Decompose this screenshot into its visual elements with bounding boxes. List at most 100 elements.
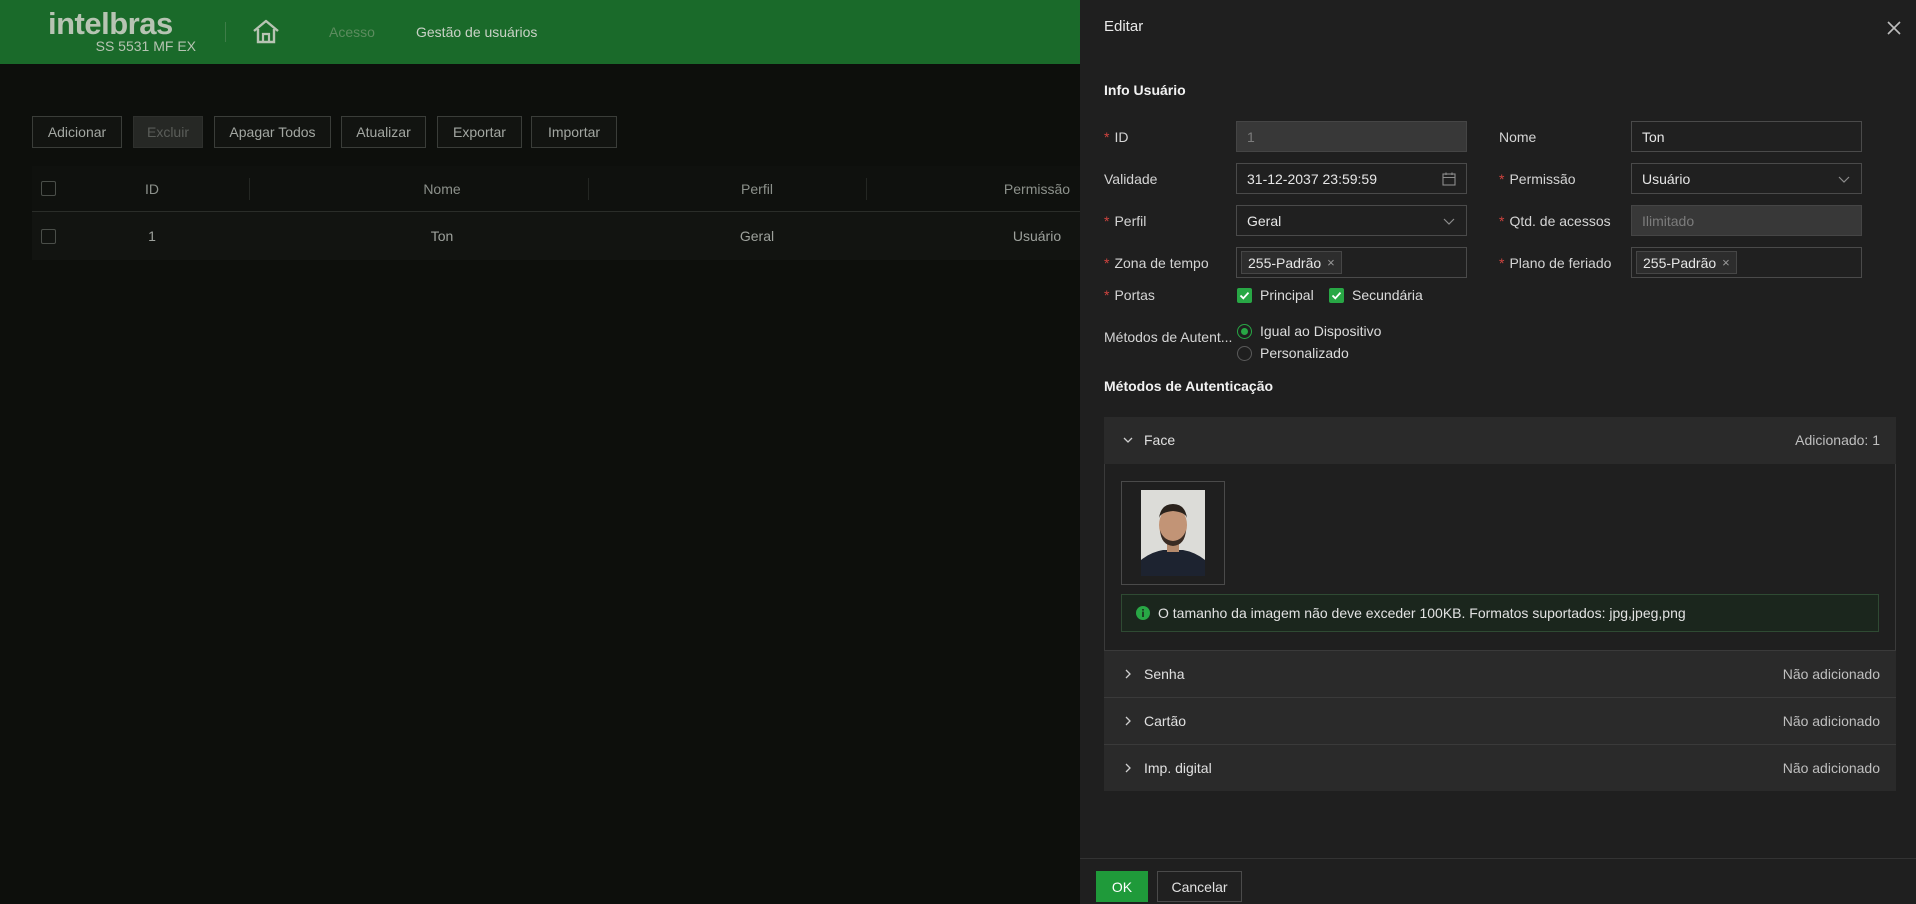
label-plano-feriado: * Plano de feriado — [1499, 255, 1611, 271]
select-all-checkbox-cell — [40, 166, 56, 211]
accordion-face[interactable]: Face Adicionado: 1 — [1104, 417, 1896, 464]
accordion-digital-title: Imp. digital — [1144, 760, 1212, 776]
label-plano-text: Plano de feriado — [1509, 255, 1612, 271]
label-qtd-text: Qtd. de acessos — [1509, 213, 1611, 229]
check-icon — [1239, 291, 1250, 300]
chevron-right-icon — [1125, 669, 1131, 679]
required-mark: * — [1104, 129, 1110, 145]
required-mark: * — [1104, 255, 1110, 271]
chevron-right-icon — [1125, 716, 1131, 726]
delete-all-button[interactable]: Apagar Todos — [214, 116, 331, 148]
cell-id: 1 — [148, 228, 156, 244]
validade-value: 31-12-2037 23:59:59 — [1247, 170, 1377, 187]
face-info-text: O tamanho da imagem não deve exceder 100… — [1158, 605, 1686, 621]
label-id-text: ID — [1114, 129, 1129, 145]
checkbox-principal[interactable] — [1237, 288, 1252, 303]
label-permissao-text: Permissão — [1509, 171, 1576, 187]
column-header-nome[interactable]: Nome — [382, 166, 502, 211]
remove-tag-icon[interactable]: × — [1722, 255, 1730, 270]
section-title-auth: Métodos de Autenticação — [1104, 378, 1274, 394]
face-info-message: O tamanho da imagem não deve exceder 100… — [1121, 594, 1879, 632]
checkbox-secundaria[interactable] — [1329, 288, 1344, 303]
chevron-down-icon — [1838, 176, 1850, 183]
table-row[interactable]: 1 Ton Geral Usuário — [32, 212, 1080, 260]
label-id: * ID — [1104, 129, 1128, 145]
accordion-digital-status: Não adicionado — [1782, 760, 1880, 776]
home-icon[interactable] — [252, 18, 280, 44]
column-header-perfil[interactable]: Perfil — [697, 166, 817, 211]
radio-igual-label: Igual ao Dispositivo — [1260, 323, 1382, 339]
accordion-senha-title: Senha — [1144, 666, 1185, 682]
logo: intelbras SS 5531 MF EX — [48, 6, 196, 56]
label-perfil-text: Perfil — [1114, 213, 1147, 229]
radio-personalizado-label: Personalizado — [1260, 345, 1349, 361]
cell-perfil: Geral — [739, 228, 775, 244]
accordion-cartao-title: Cartão — [1144, 713, 1187, 729]
close-icon[interactable] — [1884, 18, 1904, 38]
zona-tag: 255-Padrão × — [1241, 251, 1342, 274]
accordion-cartao[interactable]: Cartão Não adicionado — [1104, 697, 1896, 744]
validade-input[interactable]: 31-12-2037 23:59:59 — [1236, 163, 1467, 194]
export-button[interactable]: Exportar — [437, 116, 522, 148]
plano-feriado-select[interactable]: 255-Padrão × — [1631, 247, 1862, 278]
radio-personalizado[interactable] — [1237, 346, 1252, 361]
perfil-value: Geral — [1247, 212, 1282, 229]
permissao-value: Usuário — [1642, 170, 1691, 187]
device-model: SS 5531 MF EX — [95, 38, 196, 54]
accordion-face-title: Face — [1144, 432, 1176, 448]
required-mark: * — [1499, 171, 1505, 187]
remove-tag-icon[interactable]: × — [1327, 255, 1335, 270]
cell-nome: Ton — [430, 228, 454, 244]
chevron-down-icon — [1443, 218, 1455, 225]
row-checkbox[interactable] — [40, 228, 56, 244]
header-divider — [225, 22, 226, 42]
label-validade: Validade — [1104, 171, 1158, 187]
column-divider — [249, 178, 250, 200]
nav-gestao-usuarios[interactable]: Gestão de usuários — [416, 24, 537, 40]
refresh-button[interactable]: Atualizar — [341, 116, 426, 148]
row-checkbox-cell — [40, 212, 56, 260]
label-zona-text: Zona de tempo — [1114, 255, 1209, 271]
column-divider — [866, 178, 867, 200]
zona-tag-text: 255-Padrão — [1248, 254, 1322, 271]
add-button[interactable]: Adicionar — [32, 116, 122, 148]
face-thumbnail[interactable] — [1121, 481, 1225, 585]
import-button[interactable]: Importar — [531, 116, 617, 148]
chevron-right-icon — [1125, 763, 1131, 773]
label-portas-text: Portas — [1114, 287, 1155, 303]
plano-tag: 255-Padrão × — [1636, 251, 1737, 274]
checkbox-secundaria-label: Secundária — [1352, 287, 1423, 303]
required-mark: * — [1499, 255, 1505, 271]
zona-tempo-select[interactable]: 255-Padrão × — [1236, 247, 1467, 278]
id-input[interactable]: 1 — [1236, 121, 1467, 152]
radio-igual-dispositivo[interactable] — [1237, 324, 1252, 339]
perfil-select[interactable]: Geral — [1236, 205, 1467, 236]
drawer-title: Editar — [1104, 18, 1144, 35]
qtd-acessos-input[interactable]: Ilimitado — [1631, 205, 1862, 236]
permissao-select[interactable]: Usuário — [1631, 163, 1862, 194]
plano-tag-text: 255-Padrão — [1643, 254, 1717, 271]
accordion-senha[interactable]: Senha Não adicionado — [1104, 650, 1896, 697]
column-header-id[interactable]: ID — [122, 166, 182, 211]
calendar-icon[interactable] — [1442, 172, 1456, 186]
section-title-info: Info Usuário — [1104, 82, 1186, 98]
delete-button[interactable]: Excluir — [133, 116, 203, 148]
column-divider — [588, 178, 589, 200]
accordion-cartao-status: Não adicionado — [1782, 713, 1880, 729]
label-metodos-autenticacao: Métodos de Autent... — [1104, 329, 1233, 345]
nome-input[interactable]: Ton — [1631, 121, 1862, 152]
cancel-button[interactable]: Cancelar — [1157, 871, 1242, 902]
face-photo — [1141, 490, 1205, 576]
accordion-digital[interactable]: Imp. digital Não adicionado — [1104, 744, 1896, 791]
table-header: ID Nome Perfil Permissão — [32, 166, 1080, 212]
label-qtd-acessos: * Qtd. de acessos — [1499, 213, 1611, 229]
brand-name: intelbras — [48, 6, 173, 41]
nav-acesso[interactable]: Acesso — [329, 24, 375, 40]
chevron-down-icon — [1123, 437, 1133, 443]
accordion-face-status: Adicionado: 1 — [1795, 432, 1880, 448]
label-perfil: * Perfil — [1104, 213, 1146, 229]
info-icon — [1136, 606, 1150, 620]
checkbox-principal-label: Principal — [1260, 287, 1314, 303]
select-all-checkbox[interactable] — [40, 181, 56, 196]
ok-button[interactable]: OK — [1096, 871, 1148, 902]
